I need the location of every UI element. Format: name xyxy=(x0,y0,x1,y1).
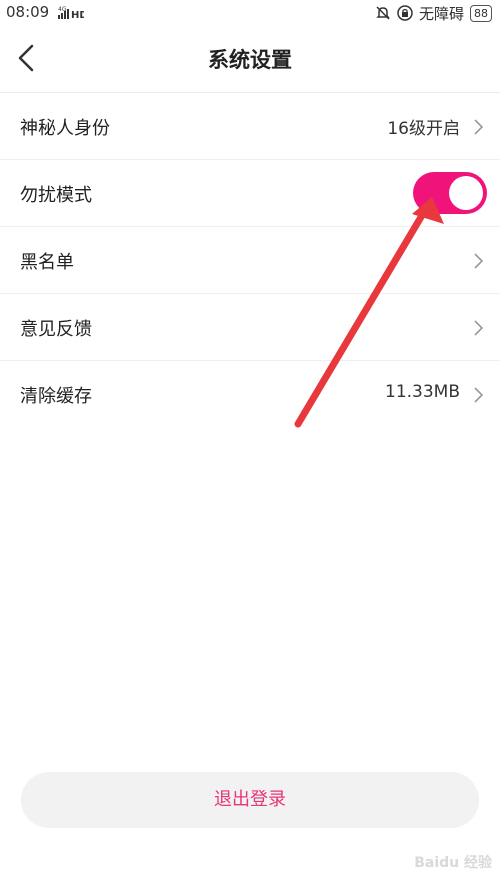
setting-label: 勿扰模式 xyxy=(20,185,92,206)
status-indicators: 无障碍 88 xyxy=(375,2,492,24)
lock-icon xyxy=(397,5,413,21)
do-not-disturb-toggle[interactable] xyxy=(413,172,487,214)
setting-row-blacklist[interactable]: 黑名单 xyxy=(0,227,500,294)
status-bar: 08:09 4G HD 无障碍 88 xyxy=(0,0,500,26)
watermark: Baidu 经验 xyxy=(414,855,492,871)
setting-value: 11.33MB xyxy=(385,382,460,402)
signal-icon: 4G HD xyxy=(58,6,84,19)
status-time: 08:09 xyxy=(6,3,50,21)
setting-label: 意见反馈 xyxy=(20,319,92,340)
setting-row-do-not-disturb: 勿扰模式 xyxy=(0,160,500,227)
setting-row-clear-cache[interactable]: 清除缓存 11.33MB xyxy=(0,361,500,428)
hd-label: HD xyxy=(71,10,84,19)
setting-value: 16级开启 xyxy=(387,119,460,139)
header: 系统设置 xyxy=(0,26,500,92)
setting-label: 神秘人身份 xyxy=(20,118,110,139)
page-title: 系统设置 xyxy=(208,48,292,72)
setting-row-feedback[interactable]: 意见反馈 xyxy=(0,294,500,361)
chevron-right-icon xyxy=(474,387,484,403)
chevron-right-icon xyxy=(474,320,484,336)
chevron-right-icon xyxy=(474,119,484,135)
setting-row-mystery-identity[interactable]: 神秘人身份 16级开启 xyxy=(0,93,500,160)
logout-button[interactable]: 退出登录 xyxy=(21,772,479,828)
setting-label: 清除缓存 xyxy=(20,386,92,407)
toggle-knob xyxy=(449,176,483,210)
accessibility-indicator: 无障碍 xyxy=(418,4,464,23)
chevron-right-icon xyxy=(474,253,484,269)
bell-muted-icon xyxy=(376,6,390,20)
battery-icon: 88 xyxy=(470,4,492,22)
setting-label: 黑名单 xyxy=(20,252,74,273)
